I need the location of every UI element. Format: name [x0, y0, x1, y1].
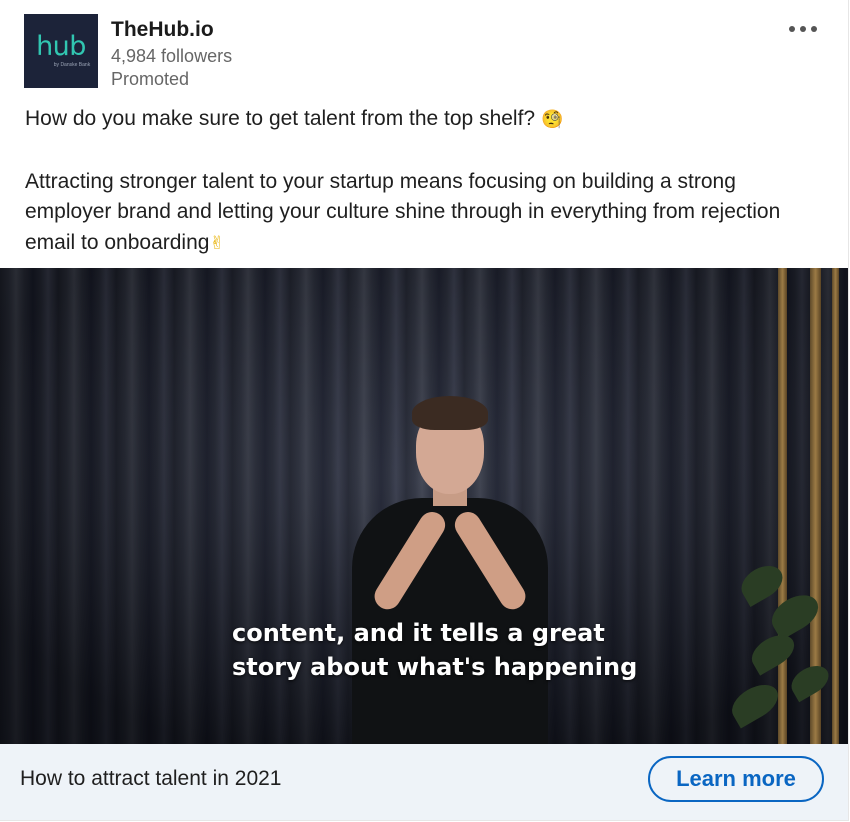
more-dot	[800, 26, 806, 32]
company-logo[interactable]: hub by Danske Bank	[24, 14, 98, 88]
monocle-face-icon: 🧐	[540, 109, 564, 130]
post-line-1: How do you make sure to get talent from …	[25, 104, 825, 136]
bamboo-stalk	[778, 268, 787, 744]
cta-bar: How to attract talent in 2021 Learn more	[0, 744, 848, 820]
video-player[interactable]: content, and it tells a great story abou…	[0, 268, 848, 744]
logo-wordmark: hub	[36, 30, 86, 62]
follower-count: 4,984 followers	[111, 46, 233, 66]
post-body-text: How do you make sure to get talent from …	[25, 104, 825, 259]
video-caption: content, and it tells a great story abou…	[232, 616, 637, 684]
logo-subtext: by Danske Bank	[53, 61, 91, 68]
bamboo-stalk	[832, 268, 839, 744]
promoted-label: Promoted	[111, 69, 190, 89]
cta-headline[interactable]: How to attract talent in 2021	[20, 767, 282, 791]
presenter-figure	[330, 396, 570, 744]
post-paragraph-2: Attracting stronger talent to your start…	[25, 167, 825, 260]
victory-hand-icon: ✌	[209, 232, 225, 254]
post-question-text: How do you make sure to get talent from …	[25, 107, 536, 130]
post-header: hub by Danske Bank TheHub.io 4,984 follo…	[24, 14, 844, 90]
caption-line-2: story about what's happening	[232, 653, 638, 681]
sponsored-post-card: hub by Danske Bank TheHub.io 4,984 follo…	[0, 0, 849, 821]
presenter-hands	[400, 514, 500, 614]
presenter-hair	[412, 396, 488, 430]
more-options-icon[interactable]	[786, 21, 820, 37]
more-dot	[811, 26, 817, 32]
caption-line-1: content, and it tells a great	[232, 619, 605, 647]
learn-more-button[interactable]: Learn more	[648, 756, 824, 802]
company-name[interactable]: TheHub.io	[111, 18, 214, 42]
post-paragraph-text: Attracting stronger talent to your start…	[25, 169, 781, 254]
more-dot	[789, 26, 795, 32]
